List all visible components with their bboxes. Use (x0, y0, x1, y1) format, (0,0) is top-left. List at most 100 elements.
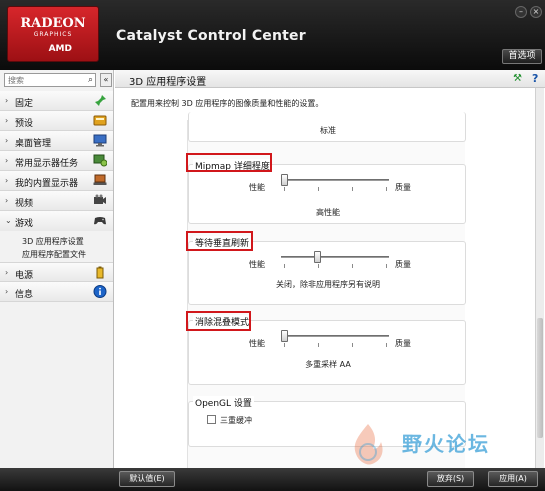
watermark-text: 野火论坛 (402, 432, 490, 456)
sidebar-subitem-3d-app-settings[interactable]: 3D 应用程序设置 (22, 236, 84, 247)
chevron-right-icon: › (5, 136, 9, 145)
search-box: ⌕ (4, 73, 96, 87)
collapse-sidebar-button[interactable]: « (100, 73, 112, 87)
sidebar-item-label: 预设 (15, 119, 34, 129)
vsync-slider-track[interactable] (281, 256, 389, 258)
page-description: 配置用来控制 3D 应用程序的图像质量和性能的设置。 (131, 99, 324, 108)
mipmap-value-text: 高性能 (316, 208, 340, 217)
vsync-slider-ticks (284, 264, 389, 268)
chevron-right-icon: › (5, 268, 9, 277)
logo-text-amd: AMD (48, 44, 72, 54)
slider-tick (352, 343, 353, 347)
search-icon[interactable]: ⌕ (88, 75, 93, 85)
sidebar-item-pinned[interactable]: › 固定 (0, 91, 113, 111)
sidebar-item-label: 常用显示器任务 (15, 159, 79, 169)
chevron-right-icon: › (5, 116, 9, 125)
antialiasing-left-label: 性能 (249, 339, 265, 348)
slider-tick (386, 187, 387, 191)
help-icon[interactable]: ? (532, 72, 538, 85)
pin-page-icon[interactable]: ⚒ (513, 73, 522, 84)
sidebar-item-label: 视频 (15, 199, 34, 209)
slider-tick (318, 187, 319, 191)
battery-icon (96, 266, 104, 279)
scrollbar-thumb[interactable] (537, 318, 543, 438)
main-title-bar: 3D 应用程序设置 ⚒ ? (115, 70, 545, 88)
settings-content: 标准 Mipmap 详细程度 性能 质量 高性能 等待垂直刷新 性能 质量 关闭… (187, 112, 466, 468)
sidebar-item-video[interactable]: › 视频 (0, 191, 113, 211)
minimize-button[interactable]: – (515, 6, 527, 18)
slider-tick (352, 187, 353, 191)
sidebar-subitem-app-profiles[interactable]: 应用程序配置文件 (22, 249, 86, 260)
partial-value-text: 标准 (320, 126, 336, 135)
slider-tick (284, 343, 285, 347)
preset-icon (93, 115, 107, 126)
antialiasing-slider-thumb[interactable] (281, 330, 288, 342)
antialiasing-slider-track[interactable] (281, 335, 389, 337)
antialiasing-slider-ticks (284, 343, 389, 347)
annotation-highlight-mipmap (186, 153, 272, 172)
monitor-tasks-icon (93, 154, 107, 167)
mipmap-slider-ticks (284, 187, 389, 191)
pin-icon (95, 95, 106, 106)
sidebar-item-common-display-tasks[interactable]: › 常用显示器任务 (0, 151, 113, 171)
sidebar-item-label: 游戏 (15, 219, 34, 229)
triple-buffering-checkbox[interactable] (207, 415, 216, 424)
mipmap-slider-thumb[interactable] (281, 174, 288, 186)
chevron-right-icon: › (5, 156, 9, 165)
sidebar-item-label: 我的内置显示器 (15, 179, 79, 189)
info-icon (93, 285, 107, 298)
main-scrollbar[interactable] (535, 88, 544, 468)
sidebar-item-label: 固定 (15, 99, 34, 109)
search-input[interactable] (5, 74, 81, 86)
opengl-group-title: OpenGL 设置 (193, 396, 254, 409)
discard-button[interactable]: 放弃(S) (427, 471, 474, 487)
radeon-logo: RADEON GRAPHICS AMD (7, 6, 99, 62)
page-title: 3D 应用程序设置 (129, 77, 207, 88)
annotation-highlight-antialiasing (186, 311, 251, 331)
sidebar-item-desktop-management[interactable]: › 桌面管理 (0, 131, 113, 151)
slider-tick (386, 264, 387, 268)
vsync-left-label: 性能 (249, 260, 265, 269)
slider-tick (284, 187, 285, 191)
slider-tick (284, 264, 285, 268)
chevron-right-icon: › (5, 287, 9, 296)
sidebar-item-label: 电源 (15, 271, 34, 281)
slider-tick (352, 264, 353, 268)
flame-logo-icon (354, 424, 383, 465)
sidebar-item-gaming[interactable]: ⌄ 游戏 (0, 211, 113, 231)
chevron-right-icon: › (5, 196, 9, 205)
sidebar-item-label: 桌面管理 (15, 139, 52, 149)
annotation-highlight-vsync (186, 231, 253, 251)
sidebar-item-label: 信息 (15, 290, 34, 300)
partial-settings-group: 标准 (188, 112, 466, 142)
vsync-value-text: 关闭，除非应用程序另有说明 (276, 280, 380, 289)
gamepad-icon (94, 217, 106, 225)
desktop-icon (93, 134, 107, 147)
preferences-button[interactable]: 首选项 (502, 49, 542, 64)
vsync-slider-thumb[interactable] (313, 251, 321, 263)
chevron-right-icon: › (5, 96, 9, 105)
sidebar-item-power[interactable]: › 电源 (0, 262, 113, 282)
app-header: RADEON GRAPHICS AMD Catalyst Control Cen… (0, 0, 545, 70)
antialiasing-value-text: 多重采样 AA (305, 360, 351, 369)
logo-text-radeon: RADEON (20, 16, 86, 31)
main-panel: 3D 应用程序设置 ⚒ ? 配置用来控制 3D 应用程序的图像质量和性能的设置。… (115, 70, 545, 468)
triple-buffering-label: 三重缓冲 (220, 416, 252, 425)
forum-watermark: 野火论坛 (340, 422, 540, 472)
app-title: Catalyst Control Center (116, 28, 306, 44)
logo-text-graphics: GRAPHICS (33, 31, 73, 38)
sidebar-item-information[interactable]: › 信息 (0, 282, 113, 302)
sidebar: ⌕ « › 固定 › 预设 › 桌面管理 › 常用显示器任务 › 我的内置显示器… (0, 70, 114, 468)
apply-button[interactable]: 应用(A) (488, 471, 538, 487)
sidebar-item-built-in-display[interactable]: › 我的内置显示器 (0, 171, 113, 191)
vsync-right-label: 质量 (395, 260, 411, 269)
sidebar-item-presets[interactable]: › 预设 (0, 111, 113, 131)
video-icon (94, 194, 106, 204)
slider-tick (318, 264, 319, 268)
close-button[interactable]: × (530, 6, 542, 18)
defaults-button[interactable]: 默认值(E) (119, 471, 175, 487)
mipmap-left-label: 性能 (249, 183, 265, 192)
mipmap-slider-track[interactable] (281, 179, 389, 181)
antialiasing-right-label: 质量 (395, 339, 411, 348)
slider-tick (318, 343, 319, 347)
